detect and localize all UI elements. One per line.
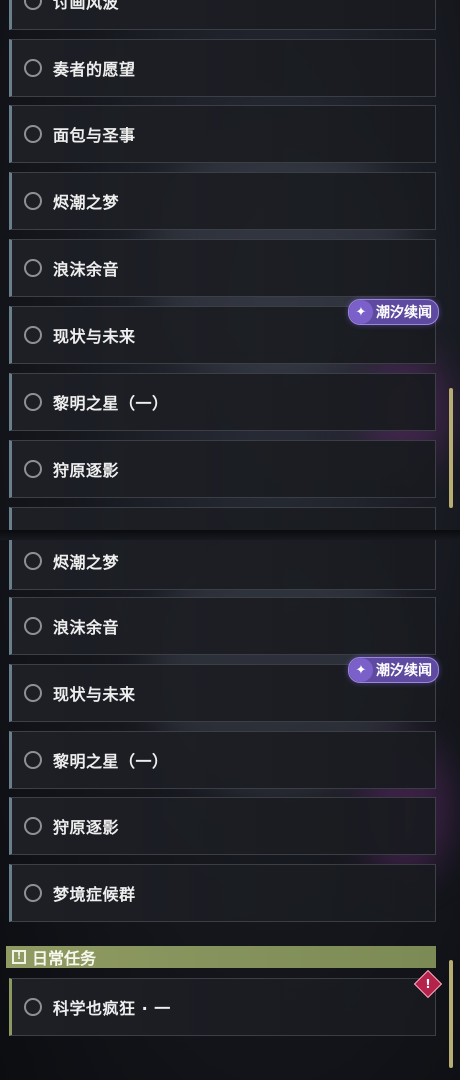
daily-quests-header[interactable]: ! 日常任务 <box>6 946 436 968</box>
status-circle-icon <box>24 617 42 635</box>
quest-item[interactable]: 黎明之星（一） <box>9 373 436 431</box>
quest-label: 黎明之星（一） <box>53 394 169 413</box>
quest-item[interactable]: 烬潮之梦 <box>9 172 436 230</box>
status-circle-icon <box>24 192 42 210</box>
status-circle-icon <box>24 460 42 478</box>
status-circle-icon <box>24 393 42 411</box>
quest-label: 科学也疯狂 · 一 <box>53 999 171 1018</box>
quest-item-daily[interactable]: 科学也疯狂 · 一 <box>9 978 436 1036</box>
quest-label: 现状与未来 <box>53 685 136 704</box>
quest-label: 现状与未来 <box>53 327 136 346</box>
status-circle-icon <box>24 59 42 77</box>
divider <box>0 530 460 540</box>
quest-item[interactable]: 黎明之星（一） <box>9 731 436 789</box>
status-circle-icon <box>24 552 42 570</box>
status-circle-icon <box>24 0 42 10</box>
tag-label: 潮汐续闻 <box>376 663 432 679</box>
quest-label: 梦境症候群 <box>53 885 136 904</box>
quest-item[interactable]: 奏者的愿望 <box>9 39 436 97</box>
quest-label: 狩原逐影 <box>53 461 120 480</box>
status-circle-icon <box>24 125 42 143</box>
tidal-sequel-tag: ✦ 潮汐续闻 <box>348 657 439 683</box>
quest-item[interactable]: 讨画风波 <box>9 0 436 30</box>
quest-label: 浪沫余音 <box>53 260 120 279</box>
tag-label: 潮汐续闻 <box>376 305 432 321</box>
quest-item[interactable]: 浪沫余音 <box>9 597 436 655</box>
quest-label: 讨画风波 <box>53 0 120 12</box>
status-circle-icon <box>24 884 42 902</box>
scrollbar-thumb[interactable] <box>449 960 453 1068</box>
quest-label: 烬潮之梦 <box>53 193 120 212</box>
quest-item[interactable]: 浪沫余音 <box>9 239 436 297</box>
status-circle-icon <box>24 259 42 277</box>
quest-item[interactable]: 狩原逐影 <box>9 440 436 498</box>
status-circle-icon <box>24 326 42 344</box>
status-circle-icon <box>24 817 42 835</box>
scrollbar-thumb[interactable] <box>449 388 453 508</box>
quest-item[interactable]: 狩原逐影 <box>9 797 436 855</box>
exclamation-icon: ! <box>12 950 26 964</box>
quest-item[interactable]: 面包与圣事 <box>9 105 436 163</box>
quest-item[interactable]: 梦境症候群 <box>9 864 436 922</box>
quest-label: 狩原逐影 <box>53 818 120 837</box>
quest-label: 烬潮之梦 <box>53 553 120 572</box>
section-title: 日常任务 <box>32 949 97 968</box>
status-circle-icon <box>24 751 42 769</box>
quest-list-panel-top: 讨画风波 奏者的愿望 面包与圣事 烬潮之梦 浪沫余音 现状与未来 黎明之星（一）… <box>0 0 460 540</box>
quest-item[interactable]: 烬潮之梦 <box>9 540 436 590</box>
quest-label: 浪沫余音 <box>53 618 120 637</box>
status-circle-icon <box>24 684 42 702</box>
tidal-sequel-icon: ✦ <box>349 658 373 682</box>
quest-label: 黎明之星（一） <box>53 752 169 771</box>
quest-label: 奏者的愿望 <box>53 60 136 79</box>
tidal-sequel-icon: ✦ <box>349 300 373 324</box>
tidal-sequel-tag: ✦ 潮汐续闻 <box>348 299 439 325</box>
status-circle-icon <box>24 998 42 1016</box>
quest-label: 面包与圣事 <box>53 126 136 145</box>
